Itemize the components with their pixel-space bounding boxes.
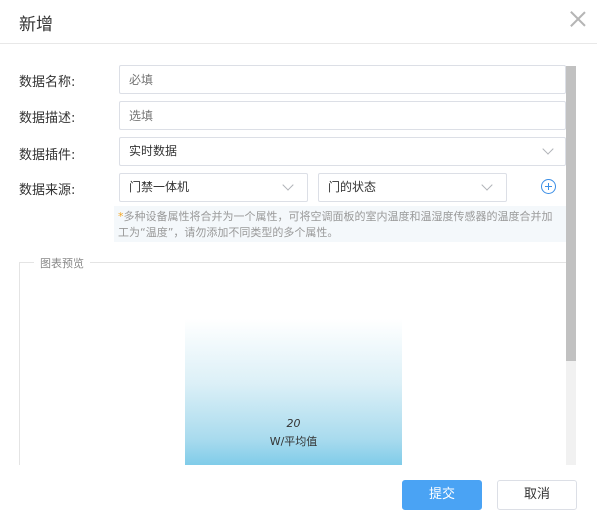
scrollbar-track[interactable]	[566, 66, 576, 465]
chevron-down-icon	[542, 143, 554, 155]
desc-label: 数据描述:	[19, 111, 76, 126]
source-device-select[interactable]: 门禁一体机	[119, 173, 308, 202]
chart-category-label: W/平均值	[269, 435, 318, 448]
desc-input[interactable]	[119, 101, 566, 130]
name-label: 数据名称:	[19, 75, 76, 90]
source-hint: *多种设备属性将合并为一个属性，可将空调面板的室内温度和温湿度传感器的温度合并加…	[114, 206, 566, 242]
chevron-down-icon	[481, 179, 493, 191]
chart-preview-legend: 图表预览	[34, 255, 90, 271]
source-attribute-select[interactable]: 门的状态	[318, 173, 507, 202]
dialog-body: 数据名称: 数据描述: 数据插件: 实时数据 数据来源: 门禁一体机 门的状态 …	[0, 44, 597, 465]
chart-preview-panel: 图表预览 20 W/平均值	[19, 255, 567, 465]
chevron-down-icon	[282, 179, 294, 191]
plugin-select-value: 实时数据	[129, 144, 178, 158]
submit-button[interactable]: 提交	[402, 480, 482, 510]
source-label: 数据来源:	[19, 183, 76, 198]
plugin-select[interactable]: 实时数据	[119, 137, 566, 166]
scrollbar-thumb[interactable]	[566, 66, 576, 361]
close-icon[interactable]	[569, 10, 587, 28]
chart-bar: 20 W/平均值	[185, 319, 402, 465]
source-device-value: 门禁一体机	[129, 180, 190, 194]
name-input[interactable]	[119, 65, 566, 94]
hint-text: 多种设备属性将合并为一个属性，可将空调面板的室内温度和温湿度传感器的温度合并加工…	[118, 210, 553, 239]
plus-circle-icon[interactable]	[541, 179, 556, 194]
cancel-button[interactable]: 取消	[497, 480, 577, 510]
dialog-title: 新增	[19, 15, 53, 35]
chart-data-label: 20	[286, 417, 301, 430]
source-attribute-value: 门的状态	[328, 180, 377, 194]
dialog-header: 新增	[0, 0, 597, 44]
plugin-label: 数据插件:	[19, 148, 76, 163]
